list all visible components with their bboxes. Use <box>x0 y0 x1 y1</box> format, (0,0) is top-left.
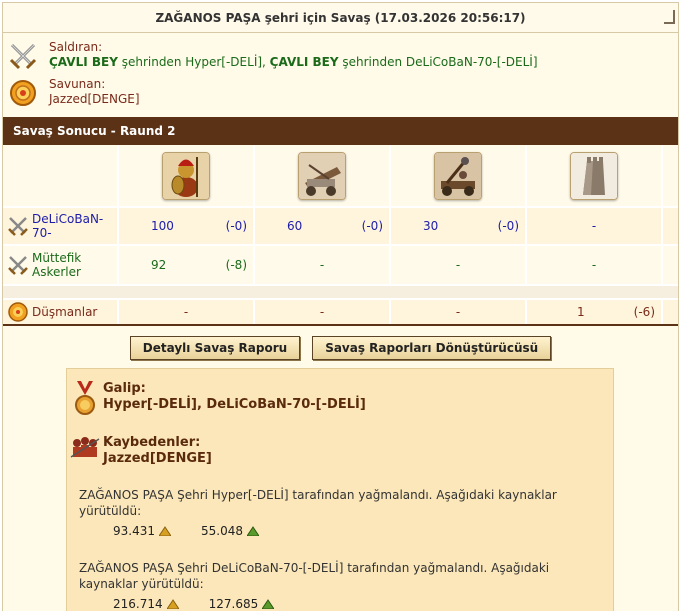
battle-result-box: Galip: Hyper[-DELİ], DeLiCoBaN-70-[-DELİ… <box>66 368 614 611</box>
table-cell-count: - <box>455 305 461 319</box>
food-icon <box>247 526 259 536</box>
table-cell-count: - <box>183 305 189 319</box>
table-cell-count: 1 <box>577 305 585 319</box>
gold-icon <box>159 526 171 536</box>
attacker-player-1[interactable]: şehrinden Hyper[-DELİ], <box>118 55 270 69</box>
unit-icons-row <box>3 146 678 208</box>
detailed-report-button[interactable]: Detaylı Savaş Raporu <box>129 336 301 360</box>
ally-label: Müttefik Askerler <box>32 251 82 279</box>
enemy-row: Düşmanlar - - - 1 (-6) <box>3 300 678 326</box>
winner-names: Hyper[-DELİ], DeLiCoBaN-70-[-DELİ] <box>103 397 366 412</box>
crossed-swords-icon <box>8 217 28 236</box>
table-cell-count: - <box>591 258 597 272</box>
attacker-city-1[interactable]: ÇAVLI BEY <box>49 55 118 69</box>
attacker-city-2[interactable]: ÇAVLI BEY <box>270 55 339 69</box>
medal-icon <box>67 381 103 417</box>
fallen-soldiers-icon <box>67 435 103 459</box>
gold-amount: 216.714 <box>113 597 163 611</box>
loser-names: Jazzed[DENGE] <box>103 451 212 466</box>
table-cell-loss: (-0) <box>497 219 519 233</box>
loser-section: Kaybedenler: Jazzed[DENGE] <box>67 435 613 467</box>
plunder-resources-2: 216.714 127.685 <box>67 597 613 611</box>
winner-label: Galip: <box>103 381 146 396</box>
shield-icon <box>7 77 39 109</box>
table-cell-count: - <box>591 219 597 233</box>
table-cell-count: 100 <box>151 219 174 233</box>
action-buttons: Detaylı Savaş Raporu Savaş Raporları Dön… <box>3 336 678 360</box>
food-icon <box>262 599 275 609</box>
gold-icon <box>166 599 179 609</box>
plunder-resources-1: 93.431 55.048 <box>67 524 613 538</box>
loser-label: Kaybedenler: <box>103 435 201 450</box>
food-amount: 127.685 <box>208 597 259 611</box>
battle-report-panel: ZAĞANOS PAŞA şehri için Savaş (17.03.202… <box>2 2 679 611</box>
defender-label: Savunan: <box>49 77 106 91</box>
table-cell-loss: (-6) <box>633 305 655 319</box>
table-cell-count: - <box>319 258 325 272</box>
battle-table: DeLiCoBaN-70- 100 (-0) 60 (-0) 30 (-0) - Mü… <box>3 146 678 326</box>
spearman-unit-icon[interactable] <box>162 152 210 200</box>
attacker-player-2[interactable]: şehrinden DeLiCoBaN-70-[-DELİ] <box>339 55 537 69</box>
catapult-unit-icon[interactable] <box>434 152 482 200</box>
report-converter-button[interactable]: Savaş Raporları Dönüştürücüsü <box>312 336 552 360</box>
attacker-info: Saldıran: ÇAVLI BEY şehrinden Hyper[-DEL… <box>3 40 678 72</box>
table-cell-count: - <box>319 305 325 319</box>
player-row: DeLiCoBaN-70- 100 (-0) 60 (-0) 30 (-0) - <box>3 208 678 246</box>
food-amount: 55.048 <box>201 524 243 538</box>
table-cell-loss: (-0) <box>361 219 383 233</box>
shield-icon <box>8 302 28 322</box>
report-title: ZAĞANOS PAŞA şehri için Savaş (17.03.202… <box>3 3 678 33</box>
table-cell-count: 60 <box>287 219 303 233</box>
ally-row: Müttefik Askerler 92 (-8) - - - <box>3 246 678 286</box>
winner-section: Galip: Hyper[-DELİ], DeLiCoBaN-70-[-DELİ… <box>67 381 613 417</box>
table-cell-count: 30 <box>423 219 439 233</box>
defender-info: Savunan: Jazzed[DENGE] <box>3 77 678 109</box>
defender-name[interactable]: Jazzed[DENGE] <box>49 92 140 107</box>
wall-unit-icon[interactable] <box>570 152 618 200</box>
table-cell-loss: (-0) <box>225 219 247 233</box>
crossed-swords-icon <box>8 256 28 275</box>
corner-mark-icon <box>664 10 675 24</box>
attacker-label: Saldıran: <box>49 40 103 54</box>
plunder-text-1: ZAĞANOS PAŞA Şehri Hyper[-DELİ] tarafınd… <box>79 488 557 518</box>
table-cell-count: - <box>455 258 461 272</box>
crossed-swords-icon <box>7 40 39 72</box>
enemy-label: Düşmanlar <box>32 305 98 319</box>
table-cell-loss: (-8) <box>225 258 247 272</box>
player-name[interactable]: DeLiCoBaN-70- <box>32 212 117 240</box>
attacker-line: ÇAVLI BEY şehrinden Hyper[-DELİ], ÇAVLI … <box>49 55 538 70</box>
table-cell-count: 92 <box>151 258 167 272</box>
section-header: Savaş Sonucu - Raund 2 <box>3 117 678 145</box>
gold-amount: 93.431 <box>113 524 155 538</box>
plunder-text-2: ZAĞANOS PAŞA Şehri DeLiCoBaN-70-[-DELİ] … <box>79 561 550 591</box>
ram-unit-icon[interactable] <box>298 152 346 200</box>
report-title-text: ZAĞANOS PAŞA şehri için Savaş (17.03.202… <box>155 10 526 25</box>
